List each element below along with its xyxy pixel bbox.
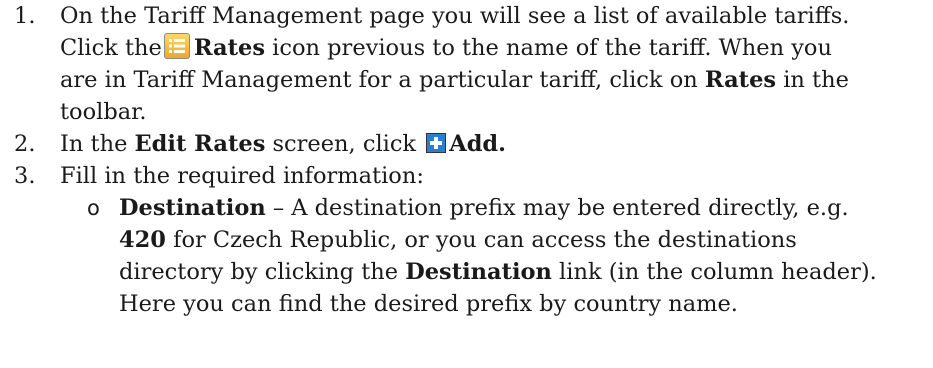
rates-icon xyxy=(163,33,190,59)
document: 1. On the Tariff Management page you wil… xyxy=(0,0,933,368)
step-1-line-3: are in Tariff Management for a particula… xyxy=(60,67,849,93)
destination-term: Destination xyxy=(119,195,266,221)
bullet-marker: o xyxy=(87,196,100,220)
step-number: 2. xyxy=(14,131,36,157)
add-label: Add. xyxy=(449,131,506,157)
step-1-text: On the Tariff Management page you will s… xyxy=(60,0,920,128)
rates-label: Rates xyxy=(193,35,266,61)
step-number: 3. xyxy=(14,163,36,189)
prefix-example: 420 xyxy=(119,227,166,253)
destination-line-4: Here you can find the desired prefix by … xyxy=(119,291,738,317)
add-icon xyxy=(426,133,447,153)
rates-toolbar-label: Rates xyxy=(704,67,777,93)
step-number: 1. xyxy=(14,3,36,29)
destination-text: Destination – A destination prefix may b… xyxy=(119,192,919,320)
destination-link-label: Destination xyxy=(405,259,552,285)
step-1-line-1: On the Tariff Management page you will s… xyxy=(60,3,850,29)
step-1-line-2: Click the Rates icon previous to the name… xyxy=(60,33,832,61)
step-2-text: In the Edit Rates screen, click Add. xyxy=(60,131,506,157)
edit-rates-label: Edit Rates xyxy=(134,131,266,157)
step-1-line-4: toolbar. xyxy=(60,99,147,125)
step-3-text: Fill in the required information: xyxy=(60,163,424,189)
